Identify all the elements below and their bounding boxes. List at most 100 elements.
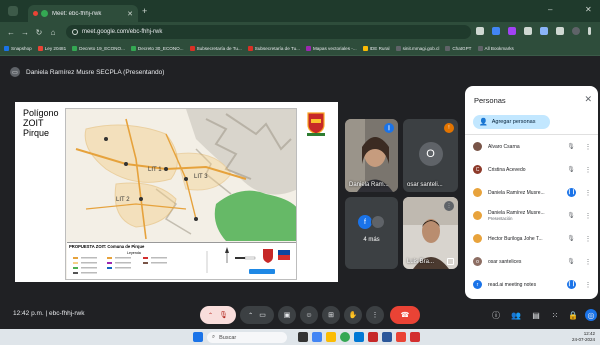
bookmark-item[interactable]: Snapshop bbox=[4, 46, 32, 51]
participant-more-icon[interactable]: ⋮ bbox=[584, 212, 592, 220]
avatar bbox=[473, 142, 482, 151]
mic-off-icon[interactable]: 🎙 bbox=[566, 235, 576, 242]
extension-icon[interactable] bbox=[492, 27, 500, 35]
bookmark-item[interactable]: Subsecretaría de Tu... bbox=[189, 46, 242, 51]
participant-more-icon[interactable]: ⋮ bbox=[584, 258, 592, 266]
bookmark-label: ChatGPT bbox=[452, 46, 472, 51]
raise-hand-button[interactable]: ✋ bbox=[344, 306, 362, 324]
bookmark-label: sinit.mmagi.gob.cl bbox=[402, 46, 440, 51]
site-info-icon[interactable] bbox=[72, 29, 78, 35]
participant-more-icon[interactable]: ⋮ bbox=[584, 235, 592, 243]
leave-call-button[interactable]: ☎ bbox=[390, 306, 420, 324]
bookmark-item[interactable]: IDE Rural bbox=[362, 46, 390, 51]
menu-dots-icon[interactable] bbox=[588, 27, 591, 35]
people-icon[interactable]: 👥 bbox=[510, 309, 522, 321]
participant-row[interactable]: Daniela Ramírez Musre... ❙❙ ⋮ bbox=[465, 181, 598, 204]
tab-meet[interactable]: Meet: ebc-fhhj-rwk ✕ bbox=[28, 5, 138, 22]
profile-avatar[interactable] bbox=[572, 27, 580, 35]
participant-text: read.ai meeting notes bbox=[488, 282, 567, 288]
mic-active-icon[interactable]: ❙❙ bbox=[567, 188, 576, 197]
app-icon[interactable] bbox=[396, 332, 406, 342]
participant-more-icon[interactable]: ⋮ bbox=[584, 143, 592, 151]
microphone-button[interactable]: ⌃ 🎙 bbox=[200, 306, 236, 324]
reload-icon[interactable]: ↻ bbox=[32, 28, 46, 37]
hang-up-icon: ☎ bbox=[400, 312, 410, 319]
participant-name: Hector Buriloga Johe T... bbox=[488, 235, 543, 242]
back-arrow-icon[interactable]: ← bbox=[4, 28, 18, 37]
system-tray-clock[interactable]: 12:42 24-07-2024 bbox=[572, 331, 595, 342]
more-options-icon[interactable]: ⋮ bbox=[444, 201, 454, 211]
participant-row[interactable]: C Cristina Acevedo 🎙 ⋮ bbox=[465, 158, 598, 181]
mic-off-icon[interactable]: 🎙 bbox=[566, 143, 576, 150]
address-bar[interactable]: meet.google.com/ebc-fhhj-rwk bbox=[66, 25, 471, 39]
present-button[interactable]: ⊞ bbox=[322, 306, 340, 324]
extension-icon[interactable] bbox=[540, 27, 548, 35]
pin-icon[interactable] bbox=[447, 258, 454, 265]
captions-button[interactable]: ▣ bbox=[278, 306, 296, 324]
minimize-button[interactable]: – bbox=[548, 5, 552, 14]
add-people-button[interactable]: 👤 Agregar personas bbox=[473, 115, 550, 129]
emoji-button[interactable]: ☺ bbox=[300, 306, 318, 324]
activities-icon[interactable]: ⁙ bbox=[549, 309, 561, 321]
extension-icon[interactable] bbox=[508, 27, 516, 35]
extension-icon[interactable] bbox=[524, 27, 532, 35]
mic-active-icon[interactable]: ❙❙ bbox=[567, 280, 576, 289]
bookmark-item[interactable]: Decreto 30_ECONO... bbox=[130, 46, 184, 51]
participant-tile-overflow[interactable]: f 4 más bbox=[345, 197, 398, 269]
tab-close-icon[interactable]: ✕ bbox=[127, 10, 133, 18]
bookmark-favicon-icon bbox=[130, 46, 136, 51]
participant-tile[interactable]: ❙ Daniela Ram... bbox=[345, 119, 398, 192]
bookmark-item[interactable]: All Bookmarks bbox=[477, 46, 514, 51]
mic-off-icon[interactable]: 🎙 bbox=[566, 212, 576, 219]
bookmark-item[interactable]: ChatGPT bbox=[445, 46, 472, 51]
taskbar-search[interactable]: ⌕ Buscar bbox=[207, 332, 287, 343]
companion-icon[interactable]: ◎ bbox=[585, 309, 597, 321]
pdf-icon[interactable] bbox=[410, 332, 420, 342]
participant-more-icon[interactable]: ⋮ bbox=[584, 189, 592, 197]
start-icon[interactable] bbox=[193, 332, 203, 342]
chrome-icon[interactable] bbox=[340, 332, 350, 342]
window-close-button[interactable]: ✕ bbox=[585, 5, 592, 14]
new-tab-button[interactable]: + bbox=[142, 6, 147, 16]
participant-more-icon[interactable]: ⋮ bbox=[584, 166, 592, 174]
participant-row[interactable]: Daniela Ramírez Musre... Presentación 🎙 ⋮ bbox=[465, 204, 598, 227]
file-explorer-icon[interactable] bbox=[326, 332, 336, 342]
bookmark-item[interactable]: Decreto 19_ECONO... bbox=[72, 46, 125, 51]
widgets-icon[interactable] bbox=[312, 332, 322, 342]
bookmark-item[interactable]: Mapas vectoriales -... bbox=[305, 46, 357, 51]
participant-row[interactable]: Hector Buriloga Johe T... 🎙 ⋮ bbox=[465, 227, 598, 250]
camera-button[interactable]: ⌃ ▭ bbox=[240, 306, 274, 324]
participant-row[interactable]: o osar santelices 🎙 ⋮ bbox=[465, 250, 598, 273]
close-panel-icon[interactable]: ✕ bbox=[584, 94, 592, 105]
star-icon[interactable] bbox=[476, 27, 484, 35]
word-icon[interactable] bbox=[382, 332, 392, 342]
participant-more-icon[interactable]: ⋮ bbox=[584, 281, 592, 289]
bookmark-item[interactable]: Ley 20481 bbox=[37, 46, 66, 51]
bookmark-label: Snapshop bbox=[11, 46, 32, 51]
participant-row[interactable]: r read.ai meeting notes ❙❙ ⋮ bbox=[465, 273, 598, 296]
participant-row[interactable]: Alvaro Csarna 🎙 ⋮ bbox=[465, 135, 598, 158]
chevron-up-icon[interactable]: ⌃ bbox=[208, 312, 213, 319]
zone-label: LIT 2 bbox=[116, 197, 130, 203]
forward-arrow-icon[interactable]: → bbox=[18, 28, 32, 37]
tab-search-icon[interactable] bbox=[8, 6, 18, 16]
bookmark-item[interactable]: Subsecretaría de Tu... bbox=[247, 46, 300, 51]
host-controls-icon[interactable]: 🔒 bbox=[567, 309, 579, 321]
chat-icon[interactable]: ▤ bbox=[530, 309, 542, 321]
zoit-map: LIT 1 LIT 2 LIT 3 PROPUESTA ZOIT: Comuna… bbox=[65, 108, 297, 280]
bookmark-item[interactable]: sinit.mmagi.gob.cl bbox=[395, 46, 440, 51]
home-icon[interactable]: ⌂ bbox=[46, 28, 60, 37]
bookmark-favicon-icon bbox=[247, 46, 253, 51]
participant-tile[interactable]: ⋮ Luis Bra... bbox=[403, 197, 458, 269]
mic-off-icon[interactable]: 🎙 bbox=[566, 258, 576, 265]
participant-tile[interactable]: ! O osar santeli... bbox=[403, 119, 458, 192]
participant-name: Alvaro Csarna bbox=[488, 143, 520, 150]
meeting-details-icon[interactable]: ⓘ bbox=[490, 309, 502, 321]
chevron-up-icon[interactable]: ⌃ bbox=[248, 312, 253, 319]
task-view-icon[interactable] bbox=[298, 332, 308, 342]
edge-icon[interactable] bbox=[354, 332, 364, 342]
mic-off-icon[interactable]: 🎙 bbox=[566, 166, 576, 173]
more-options-button[interactable]: ⋮ bbox=[366, 306, 384, 324]
app-icon[interactable] bbox=[368, 332, 378, 342]
extensions-puzzle-icon[interactable] bbox=[556, 27, 564, 35]
